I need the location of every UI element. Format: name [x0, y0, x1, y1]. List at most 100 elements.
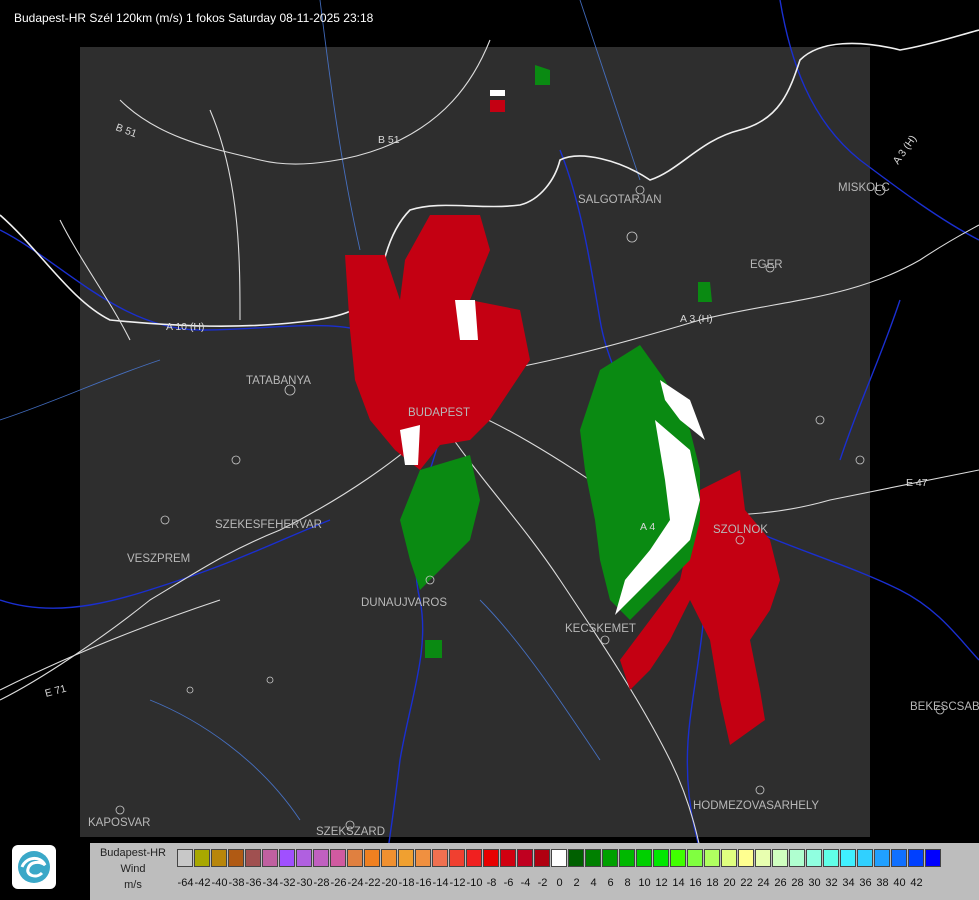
legend-tick-label: -10 [466, 877, 483, 889]
road-label: E 47 [906, 477, 928, 489]
legend-swatch [755, 849, 771, 867]
legend-tick-label: -18 [398, 877, 415, 889]
legend-tick-label: -24 [347, 877, 364, 889]
legend-swatch [602, 849, 618, 867]
legend-tick-label: -40 [211, 877, 228, 889]
legend-tick-label: 2 [573, 877, 580, 889]
legend-tick-label: 10 [638, 877, 651, 889]
legend-swatch [449, 849, 465, 867]
legend-swatch [228, 849, 244, 867]
legend-swatch [687, 849, 703, 867]
city-label: DUNAUJVAROS [361, 597, 447, 609]
city-label: MISKOLC [838, 182, 890, 194]
legend-tick-label: 34 [842, 877, 855, 889]
legend-swatch [568, 849, 584, 867]
legend-swatch [279, 849, 295, 867]
legend-swatch [823, 849, 839, 867]
legend-tick-label: 40 [893, 877, 906, 889]
legend-tick-label: 16 [689, 877, 702, 889]
legend-tick-label: 8 [624, 877, 631, 889]
city-label: KECSKEMET [565, 623, 636, 635]
legend-swatch [721, 849, 737, 867]
legend-swatch [381, 849, 397, 867]
legend-tick-label: -12 [449, 877, 466, 889]
legend-swatch [432, 849, 448, 867]
legend-tick-label: -6 [503, 877, 514, 889]
road-label: A 3 (H) [680, 313, 713, 325]
legend-tick-label: 36 [859, 877, 872, 889]
legend-swatch [551, 849, 567, 867]
legend-swatch [177, 849, 193, 867]
legend-tick-label: -36 [245, 877, 262, 889]
legend-swatch [585, 849, 601, 867]
city-label: KAPOSVAR [88, 817, 150, 829]
city-label: SZEKSZARD [316, 826, 385, 838]
city-label: EGER [750, 259, 783, 271]
legend-tick-label: 32 [825, 877, 838, 889]
legend-swatch [415, 849, 431, 867]
legend-tick-label: 28 [791, 877, 804, 889]
legend-tick-label: 20 [723, 877, 736, 889]
legend-tick-label: 24 [757, 877, 770, 889]
legend-title-line: m/s [124, 879, 142, 891]
city-label: HODMEZOVASARHELY [693, 800, 819, 812]
legend-tick-label: 22 [740, 877, 753, 889]
legend-tick-label: -38 [228, 877, 245, 889]
legend-swatch [262, 849, 278, 867]
legend-swatch [500, 849, 516, 867]
road-label: A 10 (H) [166, 321, 205, 333]
legend-tick-label: -16 [415, 877, 432, 889]
legend-swatch [772, 849, 788, 867]
legend-tick-label: 12 [655, 877, 668, 889]
legend-swatch [517, 849, 533, 867]
road-label: A 4 [640, 521, 655, 533]
legend-tick-label: 18 [706, 877, 719, 889]
legend-swatch [330, 849, 346, 867]
legend-tick-label: 4 [590, 877, 597, 889]
legend-swatch [211, 849, 227, 867]
legend-tick-label: -28 [313, 877, 330, 889]
legend-tick-label: -22 [364, 877, 381, 889]
city-label: TATABANYA [246, 375, 311, 387]
legend-swatch [789, 849, 805, 867]
logo-icon [12, 845, 56, 889]
legend-tick-label: -34 [262, 877, 279, 889]
legend-tick-label: 30 [808, 877, 821, 889]
legend-swatch [670, 849, 686, 867]
legend-swatch [840, 849, 856, 867]
legend-swatches [177, 849, 942, 867]
legend-ticks: -64 -42 -40 -38 -36 -34 -32 -30 -28 -26 -24 -22 -20-… [177, 877, 925, 889]
legend-swatch [874, 849, 890, 867]
legend-tick-label: -2 [537, 877, 548, 889]
legend-swatch [194, 849, 210, 867]
legend-tick-label: 38 [876, 877, 889, 889]
legend-tick-label: -64 [177, 877, 194, 889]
legend-swatch [483, 849, 499, 867]
legend-tick-label: -30 [296, 877, 313, 889]
legend-tick-label: -4 [520, 877, 531, 889]
legend-tick-label: 42 [910, 877, 923, 889]
map-title: Budapest-HR Szél 120km (m/s) 1 fokos Sat… [14, 11, 374, 25]
legend-tick-label: -42 [194, 877, 211, 889]
city-label: SALGOTARJAN [578, 194, 662, 206]
legend-tick-label: -8 [486, 877, 497, 889]
legend-title-line: Budapest-HR [99, 847, 167, 859]
radar-map: SALGOTARJAN MISKOLC EGER TATABANYA BUDAP… [0, 0, 979, 900]
city-label: VESZPREM [127, 553, 190, 565]
legend-swatch [738, 849, 754, 867]
road-label: B 51 [378, 134, 400, 146]
city-label: BUDAPEST [408, 407, 470, 419]
legend-swatch [619, 849, 635, 867]
city-label: BEKESCSABA [910, 701, 979, 713]
legend-tick-label: 6 [607, 877, 614, 889]
legend-swatch [891, 849, 907, 867]
legend-title-line: Wind [120, 863, 146, 875]
legend-swatch [806, 849, 822, 867]
legend-swatch [364, 849, 380, 867]
legend-swatch [313, 849, 329, 867]
legend-swatch [908, 849, 924, 867]
legend-title: Budapest-HR Wind m/s [90, 845, 176, 893]
city-label: SZOLNOK [713, 524, 768, 536]
legend-swatch [347, 849, 363, 867]
legend-swatch [857, 849, 873, 867]
